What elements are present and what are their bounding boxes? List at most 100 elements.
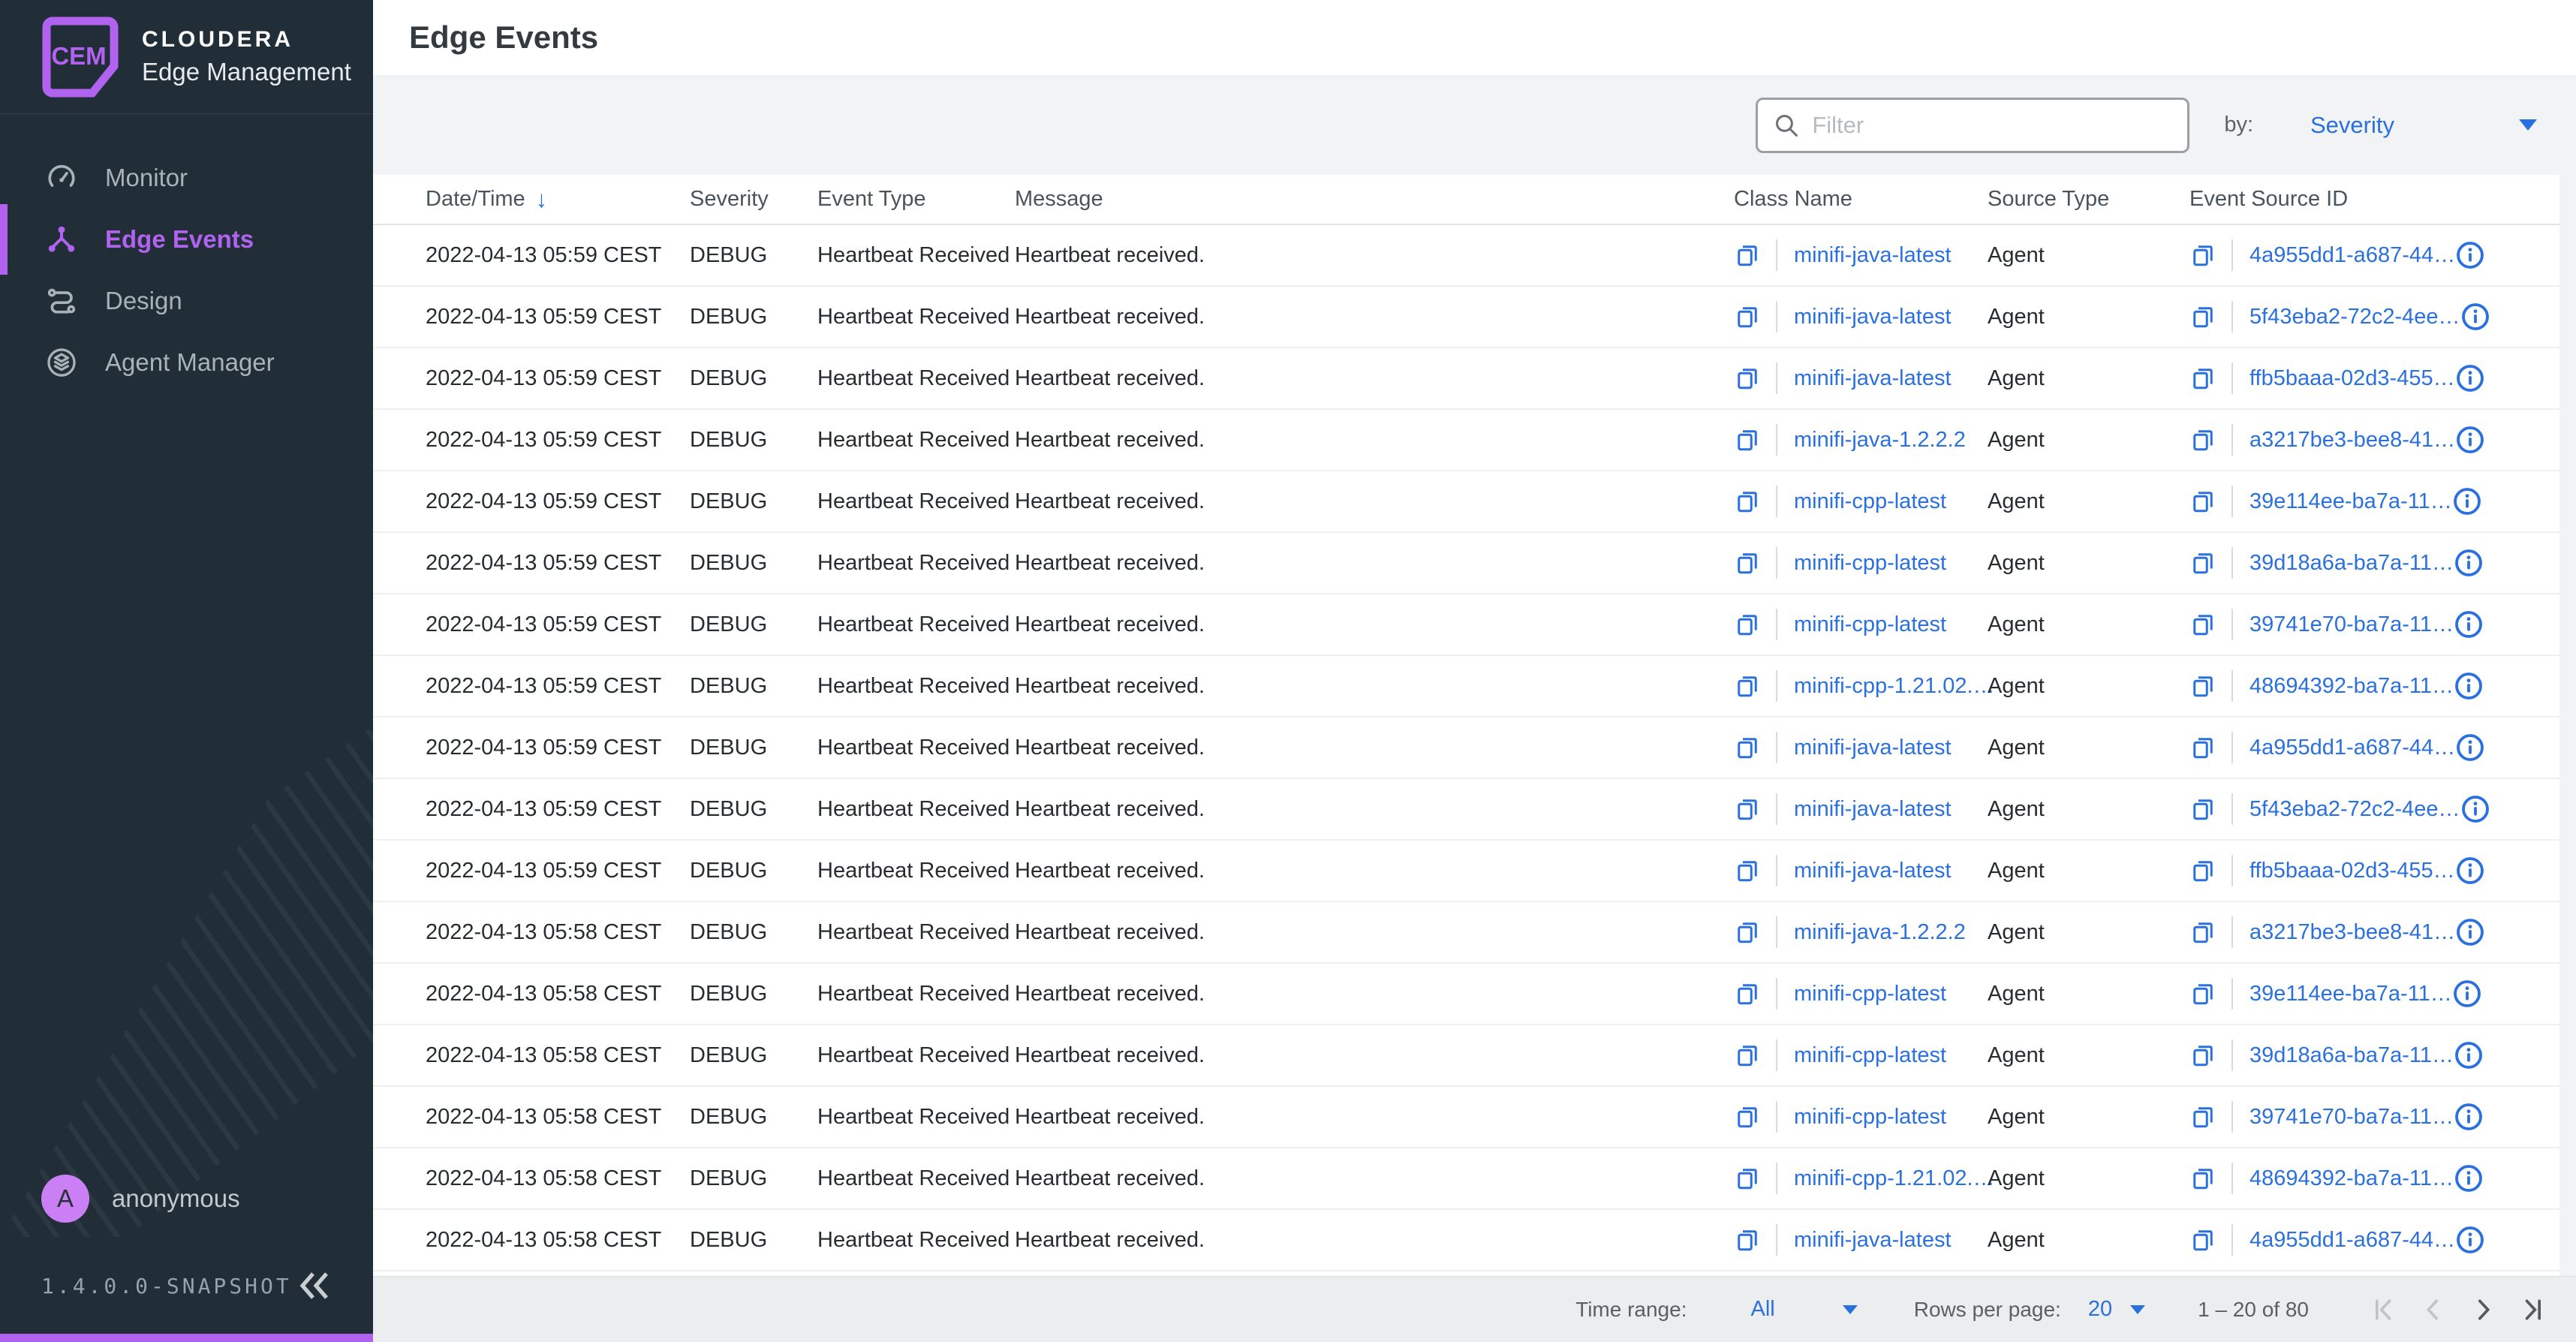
- copy-event-source-id-button[interactable]: [2189, 980, 2216, 1007]
- event-source-id-link[interactable]: 39741e70-ba7a-11…: [2249, 1105, 2454, 1130]
- event-source-id-link[interactable]: 5f43eba2-72c2-4ee…: [2249, 797, 2460, 822]
- event-details-button[interactable]: [2454, 1163, 2484, 1193]
- column-header-source-type[interactable]: Source Type: [1988, 187, 2189, 212]
- event-source-id-link[interactable]: 4a955dd1-a687-44…: [2249, 243, 2455, 268]
- time-range-select[interactable]: All: [1750, 1297, 1857, 1322]
- event-source-id-link[interactable]: 4a955dd1-a687-44…: [2249, 736, 2455, 760]
- rows-per-page-select[interactable]: 20: [2088, 1297, 2145, 1322]
- copy-event-source-id-button[interactable]: [2189, 673, 2216, 700]
- event-source-id-link[interactable]: 39741e70-ba7a-11…: [2249, 612, 2454, 637]
- event-details-button[interactable]: [2455, 733, 2485, 763]
- event-details-button[interactable]: [2460, 302, 2490, 332]
- copy-class-name-button[interactable]: [1734, 734, 1761, 761]
- event-details-button[interactable]: [2455, 425, 2485, 455]
- class-name-link[interactable]: minifi-java-latest: [1794, 243, 1952, 268]
- copy-event-source-id-button[interactable]: [2189, 611, 2216, 638]
- copy-event-source-id-button[interactable]: [2189, 488, 2216, 515]
- copy-class-name-button[interactable]: [1734, 980, 1761, 1007]
- event-details-button[interactable]: [2460, 794, 2490, 824]
- copy-class-name-button[interactable]: [1734, 611, 1761, 638]
- copy-event-source-id-button[interactable]: [2189, 365, 2216, 392]
- class-name-link[interactable]: minifi-java-latest: [1794, 797, 1952, 822]
- collapse-sidebar-button[interactable]: [295, 1269, 334, 1302]
- copy-event-source-id-button[interactable]: [2189, 549, 2216, 576]
- copy-event-source-id-button[interactable]: [2189, 426, 2216, 453]
- filter-input[interactable]: [1812, 112, 2172, 139]
- copy-event-source-id-button[interactable]: [2189, 242, 2216, 269]
- event-details-button[interactable]: [2454, 1040, 2484, 1070]
- user-row[interactable]: A anonymous: [0, 1175, 373, 1223]
- copy-class-name-button[interactable]: [1734, 242, 1761, 269]
- copy-event-source-id-button[interactable]: [2189, 1103, 2216, 1130]
- scrollbar-track[interactable]: [2559, 175, 2576, 1276]
- event-source-id-link[interactable]: 39d18a6a-ba7a-11…: [2249, 551, 2454, 576]
- event-source-id-link[interactable]: a3217be3-bee8-41…: [2249, 920, 2455, 945]
- event-details-button[interactable]: [2455, 856, 2485, 886]
- event-source-id-link[interactable]: a3217be3-bee8-41…: [2249, 428, 2455, 453]
- event-source-id-link[interactable]: 5f43eba2-72c2-4ee…: [2249, 305, 2460, 329]
- event-source-id-link[interactable]: 48694392-ba7a-11…: [2249, 1166, 2454, 1191]
- class-name-link[interactable]: minifi-cpp-latest: [1794, 489, 1946, 514]
- event-source-id-link[interactable]: ffb5baaa-02d3-455…: [2249, 859, 2455, 883]
- event-details-button[interactable]: [2454, 609, 2484, 639]
- last-page-button[interactable]: [2517, 1295, 2547, 1325]
- class-name-link[interactable]: minifi-java-latest: [1794, 366, 1952, 391]
- sidebar-item-design[interactable]: Design: [0, 270, 373, 332]
- class-name-link[interactable]: minifi-cpp-latest: [1794, 982, 1946, 1006]
- copy-class-name-button[interactable]: [1734, 796, 1761, 823]
- copy-event-source-id-button[interactable]: [2189, 796, 2216, 823]
- copy-class-name-button[interactable]: [1734, 426, 1761, 453]
- column-header-message[interactable]: Message: [1015, 187, 1734, 212]
- event-details-button[interactable]: [2455, 363, 2485, 393]
- copy-class-name-button[interactable]: [1734, 919, 1761, 946]
- copy-event-source-id-button[interactable]: [2189, 1165, 2216, 1192]
- copy-class-name-button[interactable]: [1734, 1165, 1761, 1192]
- copy-class-name-button[interactable]: [1734, 1103, 1761, 1130]
- event-details-button[interactable]: [2455, 1225, 2485, 1255]
- event-source-id-link[interactable]: ffb5baaa-02d3-455…: [2249, 366, 2455, 391]
- copy-class-name-button[interactable]: [1734, 303, 1761, 330]
- event-source-id-link[interactable]: 4a955dd1-a687-44…: [2249, 1228, 2455, 1253]
- copy-event-source-id-button[interactable]: [2189, 303, 2216, 330]
- class-name-link[interactable]: minifi-java-1.2.2.2: [1794, 920, 1966, 945]
- previous-page-button[interactable]: [2418, 1295, 2448, 1325]
- class-name-link[interactable]: minifi-cpp-latest: [1794, 1043, 1946, 1068]
- column-header-event-type[interactable]: Event Type: [817, 187, 1015, 212]
- event-source-id-link[interactable]: 39e114ee-ba7a-11…: [2249, 489, 2452, 514]
- event-details-button[interactable]: [2454, 671, 2484, 701]
- column-header-class-name[interactable]: Class Name: [1734, 187, 1988, 212]
- column-header-datetime[interactable]: Date/Time ↓: [426, 186, 690, 213]
- sidebar-item-monitor[interactable]: Monitor: [0, 147, 373, 209]
- sidebar-item-edge-events[interactable]: Edge Events: [0, 209, 373, 270]
- copy-class-name-button[interactable]: [1734, 488, 1761, 515]
- copy-class-name-button[interactable]: [1734, 365, 1761, 392]
- event-source-id-link[interactable]: 39e114ee-ba7a-11…: [2249, 982, 2452, 1006]
- event-source-id-link[interactable]: 48694392-ba7a-11…: [2249, 674, 2454, 699]
- column-header-event-source-id[interactable]: Event Source ID: [2189, 187, 2559, 212]
- class-name-link[interactable]: minifi-cpp-latest: [1794, 551, 1946, 576]
- copy-class-name-button[interactable]: [1734, 673, 1761, 700]
- column-header-severity[interactable]: Severity: [690, 187, 817, 212]
- class-name-link[interactable]: minifi-java-latest: [1794, 305, 1952, 329]
- event-details-button[interactable]: [2455, 240, 2485, 270]
- next-page-button[interactable]: [2468, 1295, 2498, 1325]
- event-details-button[interactable]: [2452, 979, 2482, 1009]
- class-name-link[interactable]: minifi-java-1.2.2.2: [1794, 428, 1966, 453]
- event-details-button[interactable]: [2455, 917, 2485, 947]
- copy-event-source-id-button[interactable]: [2189, 857, 2216, 884]
- class-name-link[interactable]: minifi-cpp-latest: [1794, 612, 1946, 637]
- copy-class-name-button[interactable]: [1734, 1042, 1761, 1069]
- copy-event-source-id-button[interactable]: [2189, 1042, 2216, 1069]
- copy-class-name-button[interactable]: [1734, 1226, 1761, 1253]
- class-name-link[interactable]: minifi-java-latest: [1794, 859, 1952, 883]
- event-source-id-link[interactable]: 39d18a6a-ba7a-11…: [2249, 1043, 2454, 1068]
- sidebar-item-agent-manager[interactable]: Agent Manager: [0, 332, 373, 393]
- copy-class-name-button[interactable]: [1734, 857, 1761, 884]
- event-details-button[interactable]: [2452, 486, 2482, 516]
- first-page-button[interactable]: [2369, 1295, 2399, 1325]
- class-name-link[interactable]: minifi-cpp-latest: [1794, 1105, 1946, 1130]
- class-name-link[interactable]: minifi-java-latest: [1794, 736, 1952, 760]
- copy-class-name-button[interactable]: [1734, 549, 1761, 576]
- filter-by-select[interactable]: Severity: [2310, 112, 2537, 139]
- class-name-link[interactable]: minifi-java-latest: [1794, 1228, 1952, 1253]
